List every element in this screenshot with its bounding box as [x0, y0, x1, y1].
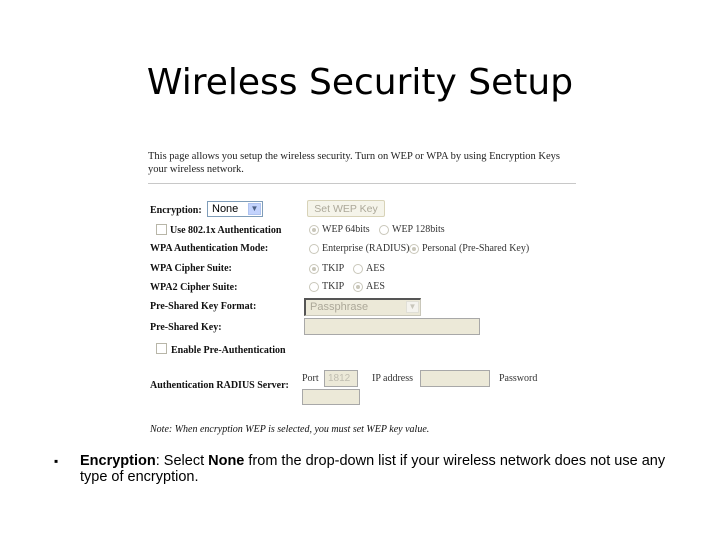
wpa-cipher-label: WPA Cipher Suite: — [150, 263, 232, 274]
chevron-down-icon: ▼ — [248, 203, 261, 215]
enable-pre-auth-label: Enable Pre-Authentication — [171, 345, 286, 356]
intro-text: This page allows you setup the wireless … — [148, 151, 561, 175]
bullet-keyword: None — [208, 453, 245, 469]
set-wep-key-button[interactable]: Set WEP Key — [307, 200, 385, 217]
psk-input[interactable] — [304, 318, 480, 335]
wpa-tkip-radio[interactable] — [309, 264, 319, 274]
wpa-tkip-label: TKIP — [322, 263, 345, 274]
psk-format-select[interactable]: Passphrase ▼ — [304, 298, 421, 316]
wep-note: Note: When encryption WEP is selected, y… — [150, 424, 430, 435]
ip-address-label: IP address — [372, 373, 414, 384]
encryption-select[interactable]: None ▼ — [207, 201, 263, 217]
ip-address-input[interactable] — [420, 370, 490, 387]
wpa2-tkip-radio[interactable] — [309, 282, 319, 292]
enterprise-radius-radio[interactable] — [309, 244, 319, 254]
wep-64bits-label: WEP 64bits — [322, 224, 370, 235]
password-label: Password — [499, 373, 538, 384]
enterprise-radius-label: Enterprise (RADIUS) — [322, 243, 410, 254]
wpa2-tkip-label: TKIP — [322, 281, 345, 292]
bullet-term: Encryption — [80, 453, 156, 469]
use-8021x-checkbox[interactable] — [156, 224, 167, 235]
wpa2-cipher-label: WPA2 Cipher Suite: — [150, 282, 238, 293]
personal-psk-radio[interactable] — [409, 244, 419, 254]
radius-server-label: Authentication RADIUS Server: — [150, 380, 289, 391]
port-input[interactable]: 1812 — [324, 370, 358, 387]
wep-128bits-label: WEP 128bits — [392, 224, 445, 235]
enable-pre-auth-checkbox[interactable] — [156, 343, 167, 354]
wpa2-aes-label: AES — [366, 281, 385, 292]
personal-psk-label: Personal (Pre-Shared Key) — [422, 243, 530, 254]
wpa-aes-radio[interactable] — [353, 264, 363, 274]
wireless-security-panel: This page allows you setup the wireless … — [146, 148, 578, 440]
bullet-text: Encryption: Select None from the drop-do… — [80, 453, 690, 485]
bullet-sep: : Select — [155, 453, 209, 469]
psk-label: Pre-Shared Key: — [150, 322, 222, 333]
psk-format-select-value: Passphrase — [310, 301, 369, 313]
use-8021x-label: Use 802.1x Authentication — [170, 225, 282, 236]
chevron-down-icon: ▼ — [406, 301, 419, 313]
divider — [148, 183, 576, 184]
wpa2-aes-radio[interactable] — [353, 282, 363, 292]
password-input[interactable] — [302, 389, 360, 405]
encryption-select-value: None — [212, 203, 239, 215]
encryption-label: Encryption: — [150, 205, 202, 216]
bullet-marker: ▪ — [54, 454, 59, 468]
wep-128bits-radio[interactable] — [379, 225, 389, 235]
psk-format-label: Pre-Shared Key Format: — [150, 301, 257, 312]
slide-title: Wireless Security Setup — [146, 62, 574, 103]
wpa-auth-mode-label: WPA Authentication Mode: — [150, 243, 269, 254]
port-label: Port — [302, 373, 319, 384]
wep-64bits-radio[interactable] — [309, 225, 319, 235]
wpa-aes-label: AES — [366, 263, 385, 274]
